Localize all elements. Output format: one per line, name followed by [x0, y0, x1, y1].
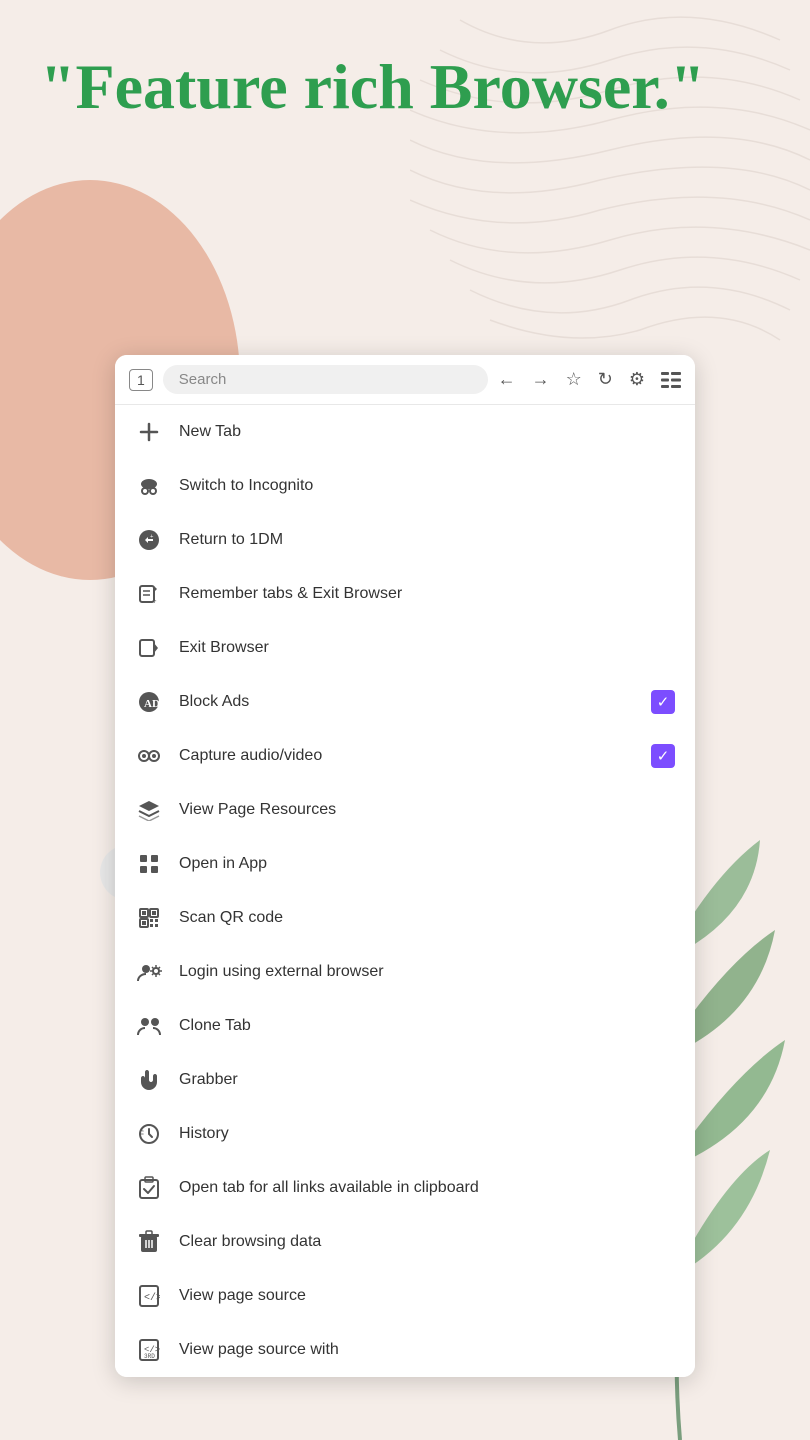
open-clipboard-label: Open tab for all links available in clip…: [179, 1178, 675, 1199]
menu-item-clear-data[interactable]: Clear browsing data: [115, 1215, 695, 1269]
exit-browser-label: Exit Browser: [179, 638, 675, 659]
source-3rd-icon: </> 3RD: [135, 1336, 163, 1364]
view-source-with-label: View page source with: [179, 1340, 675, 1361]
trash-icon: [135, 1228, 163, 1256]
remember-tabs-icon: +: [135, 580, 163, 608]
menu-icon[interactable]: [661, 372, 681, 388]
incognito-icon: [135, 472, 163, 500]
grabber-label: Grabber: [179, 1070, 675, 1091]
menu-item-remember-tabs[interactable]: + Remember tabs & Exit Browser: [115, 567, 695, 621]
menu-item-clone-tab[interactable]: Clone Tab: [115, 999, 695, 1053]
plus-icon: [135, 418, 163, 446]
block-ads-label: Block Ads: [179, 692, 635, 713]
history-icon: [135, 1120, 163, 1148]
forward-icon[interactable]: →: [532, 369, 550, 390]
menu-item-new-tab[interactable]: New Tab: [115, 405, 695, 459]
reload-icon[interactable]: ↻: [598, 369, 613, 390]
menu-item-view-source[interactable]: </> View page source: [115, 1269, 695, 1323]
incognito-label: Switch to Incognito: [179, 476, 675, 497]
capture-av-checkbox[interactable]: ✓: [651, 744, 675, 768]
block-ads-checkbox[interactable]: ✓: [651, 690, 675, 714]
browser-toolbar: 1 Search ← → ☆ ↻ ⚙: [115, 355, 695, 405]
svg-text:AD: AD: [144, 698, 160, 710]
menu-item-return-1dm[interactable]: + Return to 1DM: [115, 513, 695, 567]
return-1dm-label: Return to 1DM: [179, 530, 675, 551]
view-resources-label: View Page Resources: [179, 800, 675, 821]
qr-icon: [135, 904, 163, 932]
svg-text:</>: </>: [144, 1292, 160, 1304]
login-ext-icon: [135, 958, 163, 986]
new-tab-label: New Tab: [179, 422, 675, 443]
toolbar-icons: ← → ☆ ↻ ⚙: [498, 369, 681, 390]
svg-text:+: +: [152, 597, 157, 606]
scan-qr-label: Scan QR code: [179, 908, 675, 929]
layers-icon: [135, 796, 163, 824]
tab-badge: 1: [129, 369, 153, 391]
menu-item-exit-browser[interactable]: Exit Browser: [115, 621, 695, 675]
hero-text: "Feature rich Browser.": [40, 50, 705, 124]
bookmark-icon[interactable]: ☆: [566, 369, 582, 390]
back-icon[interactable]: ←: [498, 369, 516, 390]
exit-browser-icon: [135, 634, 163, 662]
menu-item-view-source-with[interactable]: </> 3RD View page source with: [115, 1323, 695, 1377]
menu-item-grabber[interactable]: Grabber: [115, 1053, 695, 1107]
clear-data-label: Clear browsing data: [179, 1232, 675, 1253]
menu-item-scan-qr[interactable]: Scan QR code: [115, 891, 695, 945]
capture-av-label: Capture audio/video: [179, 746, 635, 767]
return-icon: +: [135, 526, 163, 554]
menu-item-incognito[interactable]: Switch to Incognito: [115, 459, 695, 513]
history-label: History: [179, 1124, 675, 1145]
dropdown-menu: New Tab Switch to Incognito: [115, 405, 695, 1377]
grabber-icon: [135, 1066, 163, 1094]
menu-item-login-external[interactable]: Login using external browser: [115, 945, 695, 999]
clone-tab-label: Clone Tab: [179, 1016, 675, 1037]
block-ads-icon: AD: [135, 688, 163, 716]
menu-item-history[interactable]: History: [115, 1107, 695, 1161]
svg-text:+: +: [150, 534, 154, 540]
login-external-label: Login using external browser: [179, 962, 675, 983]
menu-item-open-in-app[interactable]: Open in App: [115, 837, 695, 891]
svg-text:3RD: 3RD: [144, 1353, 155, 1360]
view-source-label: View page source: [179, 1286, 675, 1307]
menu-item-open-clipboard[interactable]: Open tab for all links available in clip…: [115, 1161, 695, 1215]
menu-item-view-resources[interactable]: View Page Resources: [115, 783, 695, 837]
menu-item-capture-av[interactable]: Capture audio/video ✓: [115, 729, 695, 783]
open-in-app-label: Open in App: [179, 854, 675, 875]
menu-item-block-ads[interactable]: AD Block Ads ✓: [115, 675, 695, 729]
capture-av-icon: [135, 742, 163, 770]
remember-tabs-label: Remember tabs & Exit Browser: [179, 584, 675, 605]
source-icon: </>: [135, 1282, 163, 1310]
settings-icon[interactable]: ⚙: [629, 369, 645, 390]
browser-mockup: 1 Search ← → ☆ ↻ ⚙: [115, 355, 695, 1377]
search-bar[interactable]: Search: [163, 365, 488, 394]
clipboard-icon: [135, 1174, 163, 1202]
clone-icon: [135, 1012, 163, 1040]
grid-icon: [135, 850, 163, 878]
